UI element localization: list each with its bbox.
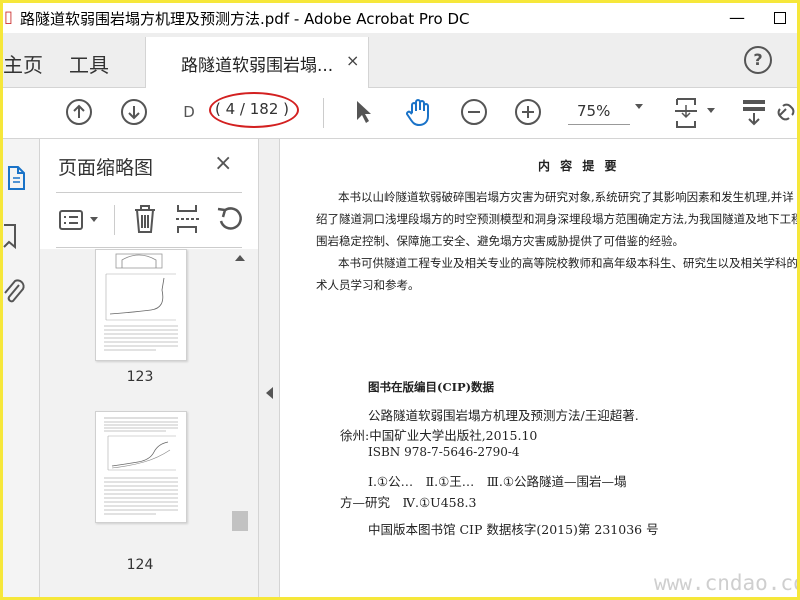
red-annotation-ellipse (209, 92, 299, 128)
main-toolbar: D ( 4 / 182 ) 75% (3, 88, 797, 139)
select-cursor-icon[interactable] (353, 98, 373, 126)
attachment-icon[interactable] (3, 277, 25, 307)
panel-divider (56, 192, 242, 193)
arrow-up-circle-icon[interactable] (65, 98, 93, 126)
window-title: 路隧道软弱围岩塌方机理及预测方法.pdf - Adobe Acrobat Pro… (20, 10, 470, 28)
tab-home[interactable]: 主页 (3, 49, 43, 78)
cip-line: Ⅰ.①公… Ⅱ.①王… Ⅲ.①公路隧道—围岩—塌 (368, 474, 627, 489)
scroll-up-arrow[interactable] (235, 255, 245, 261)
panel-toolbar (40, 199, 258, 243)
help-button[interactable]: ? (744, 46, 772, 74)
delete-icon[interactable] (132, 203, 158, 235)
panel-close-button[interactable]: × (214, 151, 232, 176)
thumbnails-scrollbar[interactable] (232, 249, 248, 597)
site-watermark: www.cndao.com (654, 571, 797, 595)
thumbnail-content (104, 253, 178, 351)
minimize-icon: — (729, 8, 745, 27)
thumbnail-label: 123 (126, 369, 154, 385)
insert-page-icon[interactable] (174, 203, 202, 235)
bookmark-icon[interactable] (3, 223, 19, 251)
collapse-panel-arrow[interactable] (266, 387, 273, 399)
zoom-in-icon[interactable] (514, 98, 542, 126)
fit-page-icon[interactable] (673, 95, 705, 129)
zoom-field-underline (568, 124, 630, 125)
acrobat-window: ▯ 路隧道软弱围岩塌方机理及预测方法.pdf - Adobe Acrobat P… (3, 3, 797, 597)
cip-line: 方—研究 Ⅳ.①U458.3 (340, 495, 477, 510)
panel-collapse-strip[interactable] (259, 139, 280, 597)
summary-line: 术人员学习和参考。 (316, 278, 420, 292)
scroll-mode-icon[interactable] (740, 96, 768, 128)
maximize-icon (774, 12, 786, 24)
page-thumbnails-panel: 页面缩略图 × 123 124 (40, 139, 259, 597)
thumbnail-label: 124 (126, 557, 154, 573)
tab-tools[interactable]: 工具 (69, 49, 109, 78)
scrollbar-thumb[interactable] (232, 511, 248, 531)
link-icon[interactable] (775, 98, 797, 126)
options-dropdown-caret[interactable] (90, 217, 98, 222)
rotate-icon[interactable] (216, 205, 244, 233)
title-bar: ▯ 路隧道软弱围岩塌方机理及预测方法.pdf - Adobe Acrobat P… (3, 3, 797, 33)
thumbnails-scroll-area[interactable]: 123 124 (40, 249, 258, 597)
arrow-down-circle-icon[interactable] (120, 98, 148, 126)
panel-toolbar-divider (114, 205, 115, 235)
summary-line: 绍了隧道洞口浅埋段塌方的时空预测模型和洞身深埋段塌方范围确定方法,为我国隧道及地… (316, 212, 797, 226)
summary-line: 围岩稳定控制、保障施工安全、避免塌方灾害威胁提供了可借鉴的经验。 (316, 234, 684, 248)
minimize-button[interactable]: — (725, 7, 749, 29)
fit-page-dropdown-caret[interactable] (707, 108, 715, 113)
thumbnail-content (104, 417, 178, 515)
page-thumbnail-124[interactable] (95, 411, 187, 523)
page-thumbnails-icon[interactable] (5, 165, 27, 191)
tab-bar: 主页 工具 路隧道软弱围岩塌... × ? (3, 33, 797, 88)
options-menu-icon[interactable] (58, 207, 86, 233)
toolbar-divider (323, 98, 324, 128)
summary-heading: 内 容 提 要 (538, 159, 620, 173)
document-tab-label: 路隧道软弱围岩塌... (181, 56, 334, 76)
document-tab-close-button[interactable]: × (346, 51, 359, 70)
cip-line: 公路隧道软弱围岩塌方机理及预测方法/王迎超著. (368, 408, 639, 423)
panel-divider (56, 247, 242, 248)
panel-title: 页面缩略图 (58, 157, 154, 179)
summary-line: 本书可供隧道工程专业及相关专业的高等院校教师和高年级本科生、研究生以及相关学科的… (338, 256, 797, 270)
cip-footer: 中国版本图书馆 CIP 数据核字(2015)第 231036 号 (368, 522, 659, 537)
zoom-dropdown-caret[interactable] (635, 104, 643, 109)
acrobat-app-icon: ▯ (4, 7, 13, 26)
zoom-out-icon[interactable] (460, 98, 488, 126)
page-thumbnail-123[interactable] (95, 249, 187, 361)
cip-title: 图书在版编目(CIP)数据 (368, 380, 495, 394)
document-view[interactable]: 内 容 提 要 本书以山岭隧道软弱破碎围岩塌方灾害为研究对象,系统研究了其影响因… (280, 139, 797, 597)
left-navigation-rail (3, 139, 40, 597)
hand-tool-icon[interactable] (403, 96, 435, 128)
cip-line: 徐州:中国矿业大学出版社,2015.10 (340, 428, 538, 443)
zoom-level-field[interactable]: 75% (577, 102, 610, 120)
tab-document[interactable]: 路隧道软弱围岩塌... × (145, 37, 369, 88)
summary-line: 本书以山岭隧道软弱破碎围岩塌方灾害为研究对象,系统研究了其影响因素和发生机理,并… (338, 190, 794, 204)
page-number-input[interactable]: D (171, 100, 207, 124)
cip-line: ISBN 978-7-5646-2790-4 (368, 445, 520, 459)
maximize-button[interactable] (768, 7, 792, 29)
